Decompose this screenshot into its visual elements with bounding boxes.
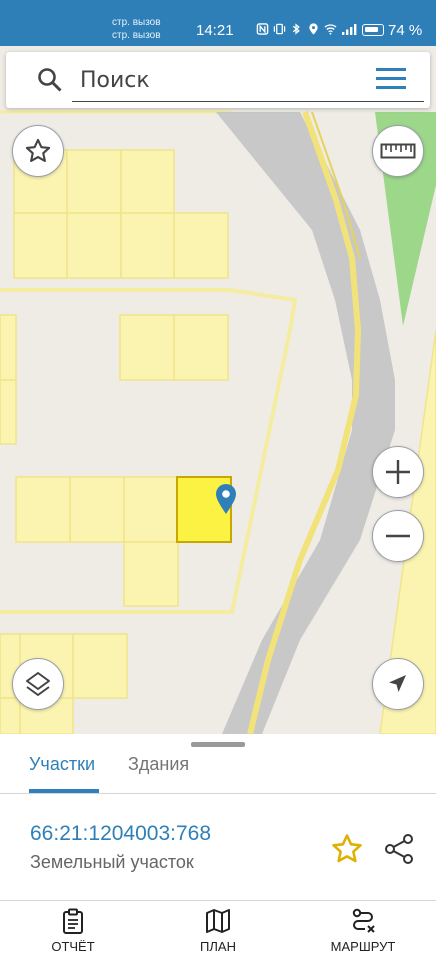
bottom-navigation: ОТЧЁТ ПЛАН МАРШРУТ xyxy=(0,900,436,960)
nav-plan[interactable]: ПЛАН xyxy=(163,907,273,959)
route-icon xyxy=(352,908,375,933)
zoom-in-button[interactable] xyxy=(372,446,424,498)
map-plan-icon xyxy=(206,909,230,933)
sheet-drag-handle[interactable] xyxy=(191,742,245,747)
tab-buildings[interactable]: Здания xyxy=(128,752,189,792)
plus-icon xyxy=(386,460,410,484)
parcel-type: Земельный участок xyxy=(30,852,194,872)
tab-parcels[interactable]: Участки xyxy=(29,752,95,792)
navigation-arrow-icon xyxy=(389,675,406,692)
layers-icon xyxy=(26,672,50,696)
wifi-icon xyxy=(324,24,337,35)
carrier-line-2: стр. вызов xyxy=(112,30,161,41)
status-time: 14:21 xyxy=(196,22,234,39)
divider xyxy=(0,793,436,794)
status-icons xyxy=(256,22,359,36)
minus-icon xyxy=(386,534,410,538)
carrier-info: стр. вызов стр. вызов xyxy=(112,16,161,42)
layers-button[interactable] xyxy=(12,658,64,710)
nav-report[interactable]: ОТЧЁТ xyxy=(18,907,128,959)
parcels-middle xyxy=(0,314,229,445)
search-bar xyxy=(6,52,430,108)
cadastral-number[interactable]: 66:21:1204003:768 xyxy=(30,822,211,846)
nfc-icon xyxy=(256,23,269,35)
ruler-icon xyxy=(380,143,416,159)
share-button[interactable] xyxy=(382,832,416,866)
nav-route-label: МАРШРУТ xyxy=(330,939,396,954)
my-location-button[interactable] xyxy=(372,658,424,710)
vibrate-icon xyxy=(273,23,286,35)
star-outline-icon xyxy=(25,138,51,162)
zoom-out-button[interactable] xyxy=(372,510,424,562)
favorites-map-button[interactable] xyxy=(12,125,64,177)
location-icon xyxy=(309,23,318,35)
battery-percent: 74 % xyxy=(388,22,423,39)
menu-icon[interactable] xyxy=(376,68,408,92)
map-canvas xyxy=(0,110,436,734)
nav-plan-label: ПЛАН xyxy=(200,939,236,954)
share-icon xyxy=(385,834,413,864)
bluetooth-icon xyxy=(292,23,300,35)
ruler-button[interactable] xyxy=(372,125,424,177)
battery-icon xyxy=(362,24,384,36)
nav-report-label: ОТЧЁТ xyxy=(51,939,95,954)
nav-route[interactable]: МАРШРУТ xyxy=(308,907,418,959)
status-bar: стр. вызов стр. вызов 14:21 74 % xyxy=(0,0,436,46)
search-input[interactable] xyxy=(72,60,424,102)
report-icon xyxy=(63,908,83,934)
map-view[interactable] xyxy=(0,46,436,734)
signal-icon xyxy=(342,24,357,35)
search-icon[interactable] xyxy=(36,66,64,94)
favorite-button[interactable] xyxy=(330,832,364,866)
road xyxy=(216,112,395,734)
star-favorite-icon xyxy=(332,834,362,863)
carrier-line-1: стр. вызов xyxy=(112,17,161,28)
